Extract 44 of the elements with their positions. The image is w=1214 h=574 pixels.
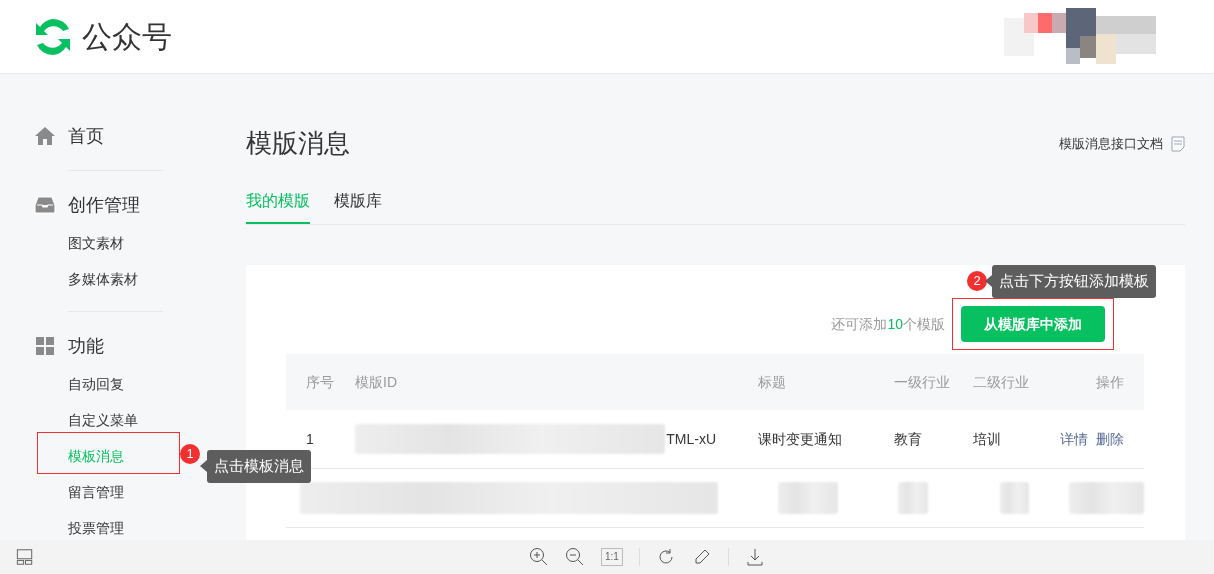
inbox-icon bbox=[34, 194, 56, 216]
sidebar-item[interactable]: 投票管理 bbox=[34, 510, 124, 540]
callout-pointer-icon bbox=[985, 275, 992, 288]
sidebar-item[interactable]: 多媒体素材 bbox=[34, 261, 138, 297]
nav-group-title[interactable]: 功能 bbox=[68, 332, 104, 360]
column-header: 二级行业 bbox=[973, 373, 1029, 390]
nav-group-title[interactable]: 首页 bbox=[68, 122, 104, 150]
column-header: 标题 bbox=[758, 373, 786, 390]
table-cell-text: TML-xU bbox=[666, 429, 716, 449]
sidebar-item[interactable]: 图文素材 bbox=[34, 225, 124, 261]
table-cell: 培训 bbox=[973, 430, 1001, 447]
sidebar-item[interactable]: 自定义菜单 bbox=[34, 402, 138, 438]
sidebar-item[interactable]: 自动回复 bbox=[34, 366, 124, 402]
callout-tooltip: 点击模板消息 bbox=[207, 450, 311, 483]
action-link[interactable]: 删除 bbox=[1096, 428, 1124, 450]
actual-size-button[interactable]: 1:1 bbox=[601, 548, 623, 566]
zoom-out-icon[interactable] bbox=[565, 547, 585, 567]
document-icon bbox=[1171, 135, 1185, 152]
callout-tooltip: 点击下方按钮添加模板 bbox=[992, 265, 1156, 298]
page-title: 模版消息 bbox=[246, 128, 350, 160]
blurred-text bbox=[777, 482, 838, 515]
callout-pointer-icon bbox=[200, 460, 207, 473]
grid-icon bbox=[34, 335, 56, 357]
blurred-text bbox=[897, 482, 928, 515]
column-header: 模版ID bbox=[355, 372, 397, 392]
quota-text: 还可添加10个模版 bbox=[831, 314, 945, 334]
logo-text: 公众号 bbox=[82, 19, 172, 55]
zoom-in-icon[interactable] bbox=[529, 547, 549, 567]
column-header: 一级行业 bbox=[894, 373, 950, 390]
blurred-text bbox=[999, 482, 1030, 515]
column-header: 操作 bbox=[1096, 373, 1124, 390]
sidebar-item[interactable]: 留言管理 bbox=[34, 474, 124, 510]
download-icon[interactable] bbox=[744, 547, 765, 567]
thumbnail-icon bbox=[16, 548, 34, 566]
nav-group-title[interactable]: 创作管理 bbox=[68, 191, 140, 219]
table-cell: 教育 bbox=[894, 430, 922, 447]
action-link[interactable]: 详情 bbox=[1060, 428, 1088, 450]
table-cell: 1 bbox=[306, 430, 314, 447]
doc-link-text[interactable]: 模版消息接口文档 bbox=[1059, 133, 1163, 154]
column-header: 序号 bbox=[306, 373, 334, 390]
step-number: 1 bbox=[180, 444, 200, 464]
table-cell: 课时变更通知 bbox=[758, 430, 842, 447]
home-icon bbox=[34, 125, 56, 147]
tab[interactable]: 模版库 bbox=[334, 183, 382, 225]
